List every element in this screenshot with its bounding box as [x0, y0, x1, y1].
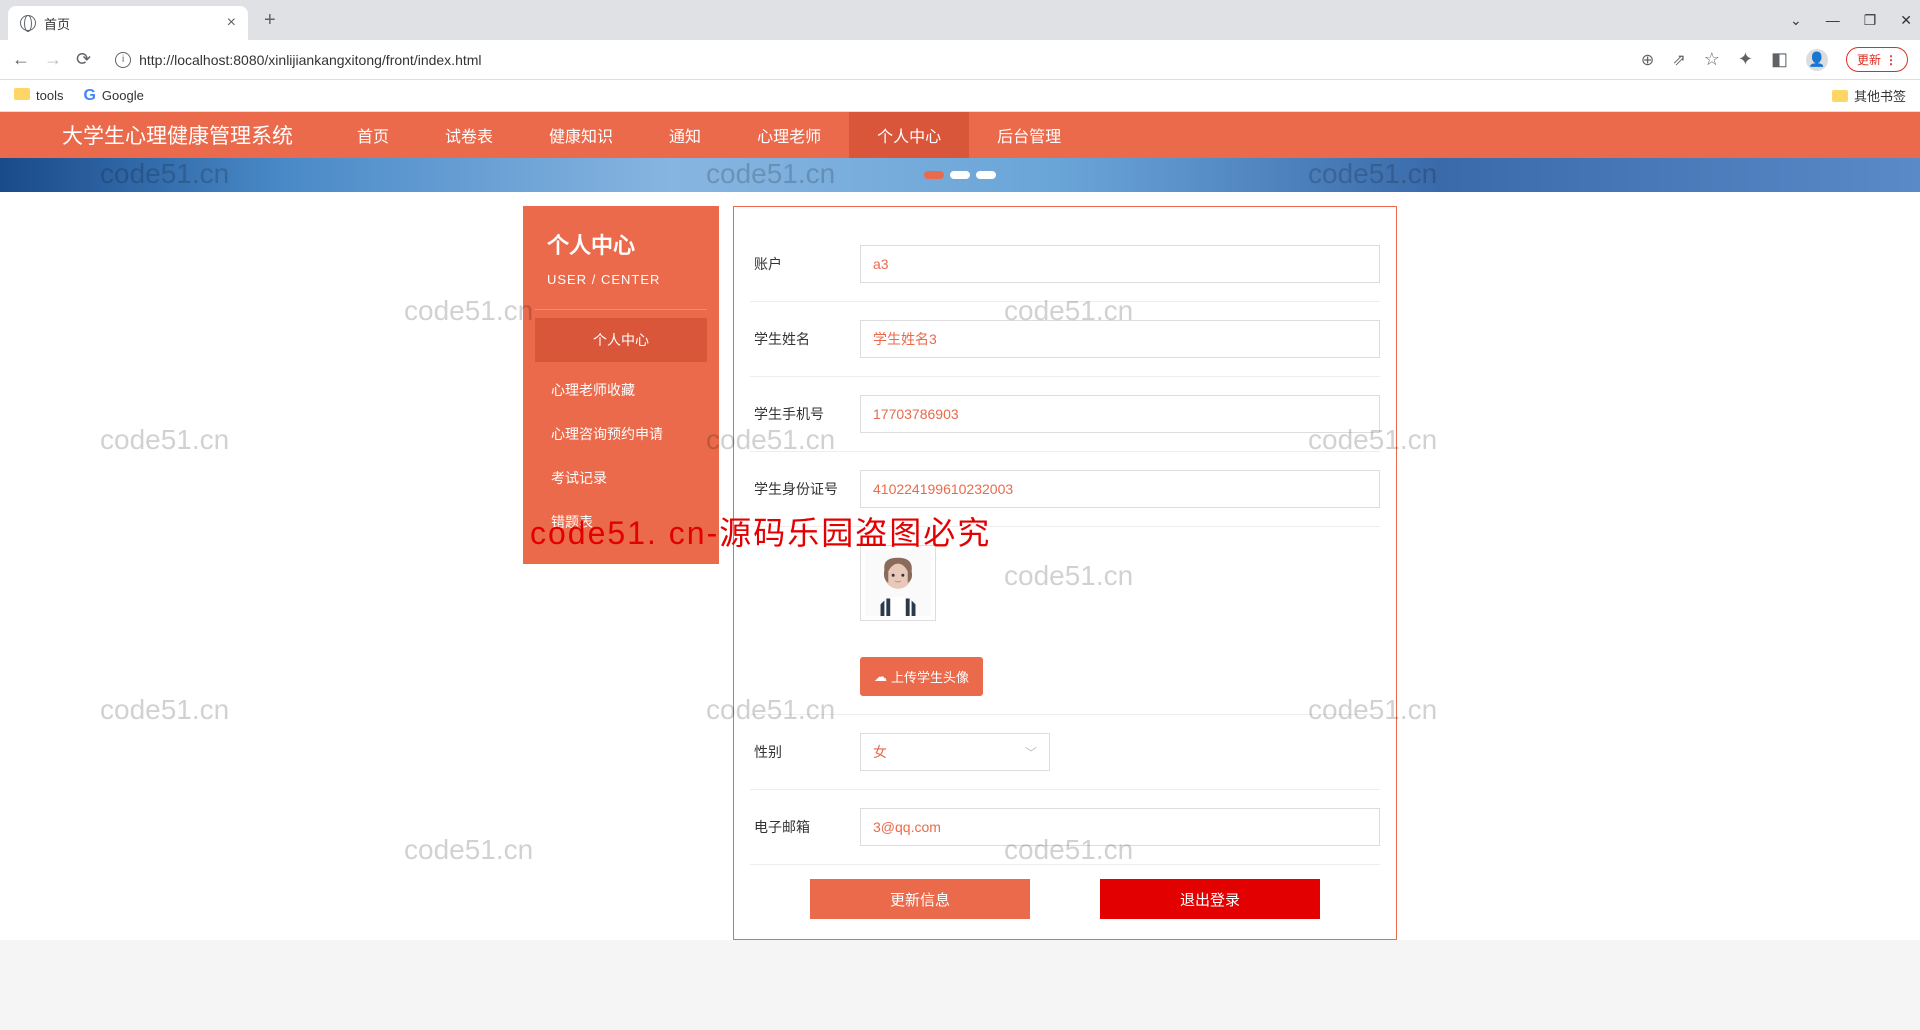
- student-name-label: 学生姓名: [750, 329, 860, 349]
- sidebar-item[interactable]: 考试记录: [523, 456, 719, 500]
- close-icon[interactable]: ×: [227, 14, 236, 32]
- page-content: 大学生心理健康管理系统 首页试卷表健康知识通知心理老师个人中心后台管理 个人中心…: [0, 112, 1920, 940]
- sidebar: 个人中心 USER / CENTER 个人中心心理老师收藏心理咨询预约申请考试记…: [523, 206, 719, 564]
- nav-item[interactable]: 心理老师: [729, 112, 849, 158]
- zoom-icon[interactable]: ⊕: [1641, 50, 1654, 70]
- divider: [535, 309, 707, 310]
- nav-item[interactable]: 后台管理: [969, 112, 1089, 158]
- share-icon[interactable]: ⇗: [1672, 50, 1685, 70]
- browser-tab-strip: 首页 × + ⌄ — ❐ ✕: [0, 0, 1920, 40]
- back-icon[interactable]: ←: [12, 49, 30, 70]
- carousel-dot[interactable]: [976, 171, 996, 179]
- forward-icon[interactable]: →: [44, 49, 62, 70]
- sidebar-item[interactable]: 心理老师收藏: [523, 368, 719, 412]
- cloud-upload-icon: ☁: [874, 669, 887, 685]
- nav-item[interactable]: 个人中心: [849, 112, 969, 158]
- gender-label: 性别: [750, 742, 860, 762]
- idcard-input[interactable]: [860, 470, 1380, 508]
- sidebar-title: 个人中心: [547, 228, 695, 260]
- address-bar: ← → ⟳ i http://localhost:8080/xinlijiank…: [0, 40, 1920, 80]
- profile-panel: 账户 学生姓名 学生手机号 学生身份证号: [733, 206, 1397, 940]
- update-info-button[interactable]: 更新信息: [810, 879, 1030, 919]
- nav-menu: 首页试卷表健康知识通知心理老师个人中心后台管理: [329, 112, 1089, 158]
- side-panel-icon[interactable]: ◧: [1771, 49, 1788, 70]
- browser-tab[interactable]: 首页 ×: [8, 6, 248, 40]
- idcard-label: 学生身份证号: [750, 479, 860, 499]
- carousel-dot[interactable]: [924, 171, 944, 179]
- carousel-dot[interactable]: [950, 171, 970, 179]
- url-text: http://localhost:8080/xinlijiankangxiton…: [139, 52, 481, 68]
- bookmarks-bar: tools GGoogle 其他书签: [0, 80, 1920, 112]
- globe-icon: [20, 15, 36, 31]
- site-brand: 大学生心理健康管理系统: [0, 120, 329, 150]
- update-chrome-button[interactable]: 更新 ⋮: [1846, 47, 1908, 72]
- banner-carousel: [0, 158, 1920, 192]
- sidebar-item[interactable]: 错题表: [523, 500, 719, 544]
- email-label: 电子邮箱: [750, 817, 860, 837]
- top-navigation: 大学生心理健康管理系统 首页试卷表健康知识通知心理老师个人中心后台管理: [0, 112, 1920, 158]
- account-label: 账户: [750, 254, 860, 274]
- upload-avatar-button[interactable]: ☁ 上传学生头像: [860, 657, 983, 696]
- email-input[interactable]: [860, 808, 1380, 846]
- nav-item[interactable]: 首页: [329, 112, 417, 158]
- window-controls: ⌄ — ❐ ✕: [1790, 12, 1912, 29]
- avatar-preview: [860, 545, 936, 621]
- extensions-icon[interactable]: ✦: [1738, 49, 1753, 70]
- star-icon[interactable]: ☆: [1704, 49, 1720, 70]
- account-input[interactable]: [860, 245, 1380, 283]
- minimize-icon[interactable]: —: [1826, 12, 1840, 29]
- chevron-down-icon[interactable]: ⌄: [1790, 12, 1802, 29]
- gender-select[interactable]: 女 ﹀: [860, 733, 1050, 771]
- gender-value: 女: [873, 742, 887, 762]
- tab-title: 首页: [44, 14, 219, 33]
- close-window-icon[interactable]: ✕: [1900, 12, 1912, 29]
- phone-input[interactable]: [860, 395, 1380, 433]
- bookmark-google[interactable]: GGoogle: [83, 87, 143, 105]
- info-icon[interactable]: i: [115, 52, 131, 68]
- sidebar-item[interactable]: 心理咨询预约申请: [523, 412, 719, 456]
- sidebar-subtitle: USER / CENTER: [547, 272, 695, 287]
- bookmark-other[interactable]: 其他书签: [1832, 86, 1906, 105]
- avatar-image: [865, 549, 931, 617]
- nav-item[interactable]: 健康知识: [521, 112, 641, 158]
- logout-button[interactable]: 退出登录: [1100, 879, 1320, 919]
- url-field[interactable]: i http://localhost:8080/xinlijiankangxit…: [105, 52, 1627, 68]
- bookmark-tools[interactable]: tools: [14, 88, 63, 103]
- nav-item[interactable]: 试卷表: [417, 112, 521, 158]
- nav-item[interactable]: 通知: [641, 112, 729, 158]
- reload-icon[interactable]: ⟳: [76, 49, 91, 70]
- profile-icon[interactable]: 👤: [1806, 49, 1828, 71]
- sidebar-item[interactable]: 个人中心: [535, 318, 707, 362]
- maximize-icon[interactable]: ❐: [1864, 12, 1877, 29]
- phone-label: 学生手机号: [750, 404, 860, 424]
- student-name-input[interactable]: [860, 320, 1380, 358]
- chevron-down-icon: ﹀: [1025, 744, 1037, 761]
- new-tab-button[interactable]: +: [264, 9, 276, 32]
